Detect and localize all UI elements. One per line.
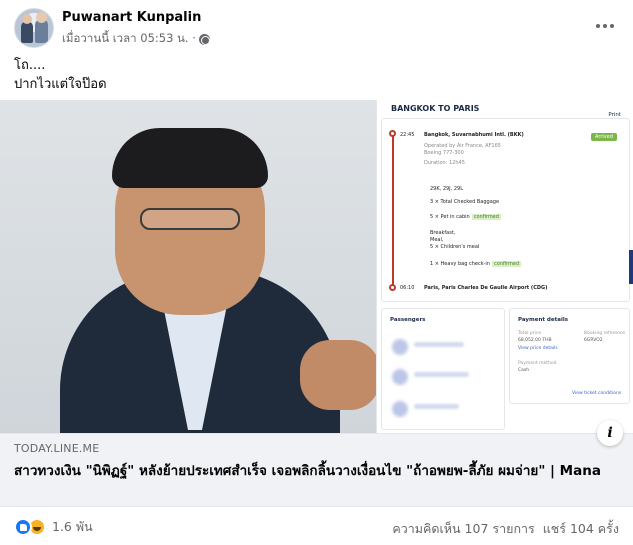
seats: 29K, 29J, 29L	[430, 186, 463, 192]
checkin: 1 × Heavy bag check-in confirmed	[430, 261, 522, 267]
reaction-count[interactable]: 1.6 พัน	[52, 517, 93, 537]
link-headline[interactable]: สาวทวงเงิน "นิพิฏฐ์" หลังย้ายประเทศสำเร็…	[14, 461, 614, 481]
meal-1: Breakfast,	[430, 230, 456, 236]
depart-place: Bangkok, Suvarnabhumi Intl. (BKK)	[424, 132, 524, 138]
dot-icon	[603, 24, 607, 28]
route-title: BANGKOK TO PARIS	[391, 104, 480, 113]
avatar[interactable]	[14, 8, 54, 48]
operated-by: Operated by Air France, AF165	[424, 143, 501, 149]
meal-2: Meal,	[430, 237, 444, 243]
info-icon[interactable]: i	[597, 420, 623, 446]
comments-count[interactable]: ความคิดเห็น 107 รายการ	[392, 519, 534, 539]
post-timestamp[interactable]: เมื่อวานนี้ เวลา 05:53 น. ·	[62, 30, 196, 48]
post-header: Puwanart Kunpalin เมื่อวานนี้ เวลา 05:53…	[0, 0, 633, 52]
cabin-pet: 5 × Pet in cabin confirmed	[430, 214, 501, 220]
booking-screenshot: BANGKOK TO PARIS Print Arrived 22:45 Ban…	[376, 100, 633, 433]
person-photo	[0, 100, 380, 433]
globe-icon[interactable]	[198, 33, 210, 45]
link-preview-meta[interactable]: i TODAY.LINE.ME สาวทวงเงิน "นิพิฏฐ์" หลั…	[0, 420, 633, 507]
itinerary-card: Arrived 22:45 Bangkok, Suvarnabhumi Intl…	[381, 118, 630, 302]
more-options-button[interactable]	[591, 12, 619, 40]
post-stats: ความคิดเห็น 107 รายการ แชร์ 104 ครั้ง	[392, 519, 619, 539]
like-icon	[14, 518, 32, 536]
reactions-summary[interactable]: 1.6 พัน	[14, 517, 93, 537]
author-name[interactable]: Puwanart Kunpalin	[62, 10, 201, 25]
depart-time: 22:45	[400, 132, 415, 138]
dot-icon	[596, 24, 600, 28]
post-text-line: ปากไวแต่ใจป๊อด	[14, 77, 107, 92]
link-preview-image[interactable]: BANGKOK TO PARIS Print Arrived 22:45 Ban…	[0, 100, 633, 433]
passengers-box: Passengers	[381, 308, 505, 430]
meal-3: 5 × Children's meal	[430, 244, 480, 250]
arrive-time: 06:10	[400, 285, 415, 291]
payment-box: Payment details Total price 68,052.00 TH…	[509, 308, 630, 404]
link-domain: TODAY.LINE.ME	[14, 442, 100, 455]
dot-icon	[610, 24, 614, 28]
post-meta: เมื่อวานนี้ เวลา 05:53 น. ·	[62, 30, 210, 48]
status-badge: Arrived	[590, 133, 617, 141]
aircraft: Boeing 777-300	[424, 150, 464, 156]
post-footer: 1.6 พัน ความคิดเห็น 107 รายการ แชร์ 104 …	[0, 508, 633, 545]
payment-title: Payment details	[518, 317, 568, 323]
passengers-title: Passengers	[390, 317, 426, 323]
arrive-place: Paris, Paris Charles De Gaulle Airport (…	[424, 285, 548, 291]
post-text-line: โถ....	[14, 58, 46, 73]
baggage: 3 × Total Checked Baggage	[430, 199, 500, 205]
post-text: โถ.... ปากไวแต่ใจป๊อด	[14, 56, 107, 94]
duration: Duration: 12h45	[424, 160, 465, 166]
shares-count[interactable]: แชร์ 104 ครั้ง	[543, 519, 619, 539]
